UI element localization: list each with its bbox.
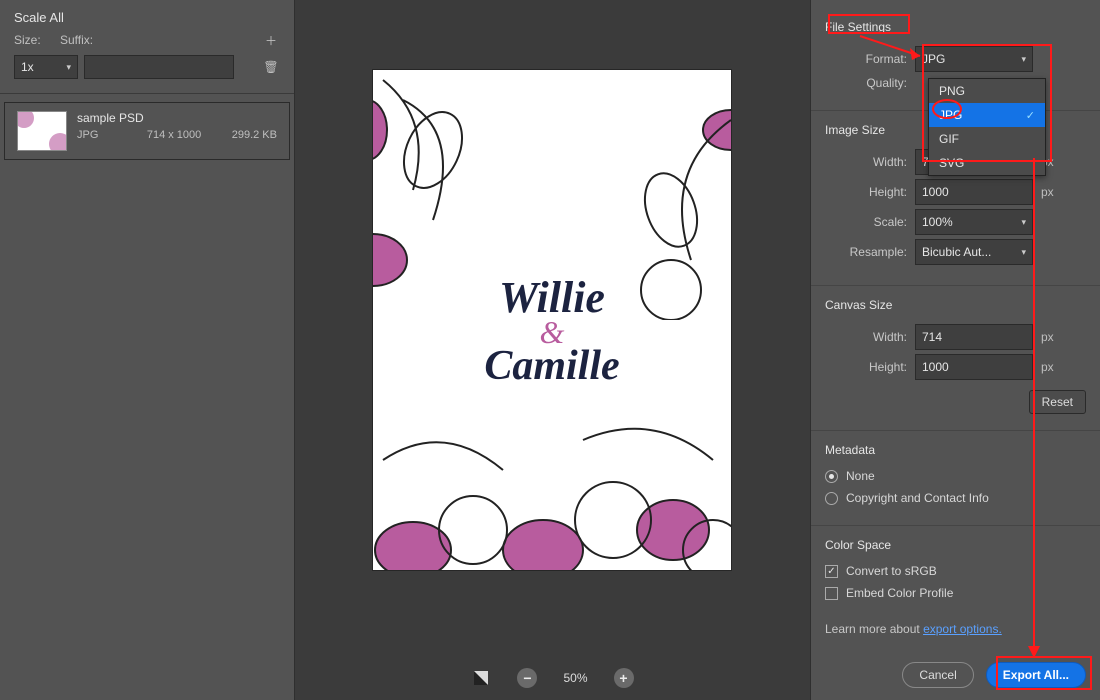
scale-header-row: Size: Suffix: ＋ (0, 31, 294, 55)
quality-label: Quality: (825, 76, 915, 90)
footer-buttons: Cancel Export All... (902, 662, 1086, 688)
image-height-label: Height: (825, 185, 915, 199)
radio-icon (825, 492, 838, 505)
checkbox-icon: ✓ (825, 565, 838, 578)
scale-select[interactable]: 100%▾ (915, 209, 1033, 235)
checkbox-icon (825, 587, 838, 600)
file-settings-title: File Settings (825, 14, 891, 42)
invite-name-2: Camille (373, 342, 731, 390)
resample-select[interactable]: Bicubic Aut...▾ (915, 239, 1033, 265)
format-value: JPG (922, 52, 945, 66)
left-panel: Scale All Size: Suffix: ＋ 1x ▾ 🗑 sample … (0, 0, 295, 700)
metadata-copyright-radio[interactable]: Copyright and Contact Info (825, 487, 1086, 509)
canvas-size-group: Canvas Size Width: 714 px Height: 1000 p… (811, 286, 1100, 424)
format-label: Format: (825, 52, 915, 66)
metadata-group: Metadata None Copyright and Contact Info (811, 431, 1100, 519)
reset-button[interactable]: Reset (1029, 390, 1086, 414)
unit-px: px (1033, 185, 1063, 199)
floral-bottom (373, 400, 731, 570)
add-row-icon[interactable]: ＋ (262, 31, 280, 49)
zoom-percent: 50% (563, 671, 587, 685)
color-space-group: Color Space ✓ Convert to sRGB Embed Colo… (811, 526, 1100, 614)
asset-row[interactable]: sample PSD JPG 714 x 1000 299.2 KB (4, 102, 290, 160)
export-options-link[interactable]: export options. (923, 622, 1002, 636)
asset-meta: sample PSD JPG 714 x 1000 299.2 KB (77, 111, 277, 141)
unit-px: px (1033, 330, 1063, 344)
suffix-input[interactable] (84, 55, 234, 79)
export-all-button[interactable]: Export All... (986, 662, 1086, 688)
asset-format: JPG (77, 129, 98, 141)
delete-row-icon[interactable]: 🗑 (262, 58, 280, 76)
left-divider (0, 93, 294, 94)
unit-px: px (1033, 360, 1063, 374)
format-option-gif[interactable]: GIF (929, 127, 1045, 151)
zoom-bar: − 50% + (295, 668, 810, 688)
format-select[interactable]: JPG ▾ (915, 46, 1033, 72)
chevron-down-icon: ▾ (1021, 217, 1026, 228)
color-space-title: Color Space (825, 532, 891, 560)
asset-thumbnail (17, 111, 67, 151)
canvas-size-title: Canvas Size (825, 292, 892, 320)
floral-top-left (373, 70, 503, 290)
size-value: 1x (21, 60, 34, 74)
format-dropdown-menu[interactable]: PNG JPG✓ GIF SVG (928, 78, 1046, 176)
canvas-width-label: Width: (825, 330, 915, 344)
scale-values-row: 1x ▾ 🗑 (0, 55, 294, 85)
format-option-svg[interactable]: SVG (929, 151, 1045, 175)
resample-label: Resample: (825, 245, 915, 259)
canvas-width-input[interactable]: 714 (915, 324, 1033, 350)
canvas-height-label: Height: (825, 360, 915, 374)
zoom-in-button[interactable]: + (614, 668, 634, 688)
image-height-input[interactable]: 1000 (915, 179, 1033, 205)
format-option-jpg[interactable]: JPG✓ (929, 103, 1045, 127)
scale-all-title: Scale All (0, 0, 294, 31)
contrast-toggle-icon[interactable] (471, 668, 491, 688)
image-width-label: Width: (825, 155, 915, 169)
image-size-title: Image Size (825, 117, 885, 145)
convert-srgb-checkbox[interactable]: ✓ Convert to sRGB (825, 560, 1086, 582)
preview-panel: Willie & Camille − 50% + (295, 0, 810, 700)
asset-name: sample PSD (77, 111, 277, 125)
embed-profile-checkbox[interactable]: Embed Color Profile (825, 582, 1086, 604)
metadata-title: Metadata (825, 437, 875, 465)
scale-label: Scale: (825, 215, 915, 229)
size-label: Size: (14, 33, 54, 47)
preview-canvas[interactable]: Willie & Camille (373, 70, 731, 570)
chevron-down-icon: ▾ (1021, 247, 1026, 258)
suffix-label: Suffix: (60, 33, 120, 47)
check-icon: ✓ (1026, 109, 1035, 122)
cancel-button[interactable]: Cancel (902, 662, 973, 688)
chevron-down-icon: ▾ (1021, 54, 1026, 65)
zoom-out-button[interactable]: − (517, 668, 537, 688)
size-select[interactable]: 1x ▾ (14, 55, 78, 79)
format-option-png[interactable]: PNG (929, 79, 1045, 103)
metadata-none-radio[interactable]: None (825, 465, 1086, 487)
asset-filesize: 299.2 KB (232, 129, 277, 141)
radio-icon (825, 470, 838, 483)
chevron-down-icon: ▾ (66, 62, 71, 73)
learn-more-row: Learn more about export options. (811, 614, 1100, 644)
asset-dimensions: 714 x 1000 (147, 129, 201, 141)
canvas-height-input[interactable]: 1000 (915, 354, 1033, 380)
